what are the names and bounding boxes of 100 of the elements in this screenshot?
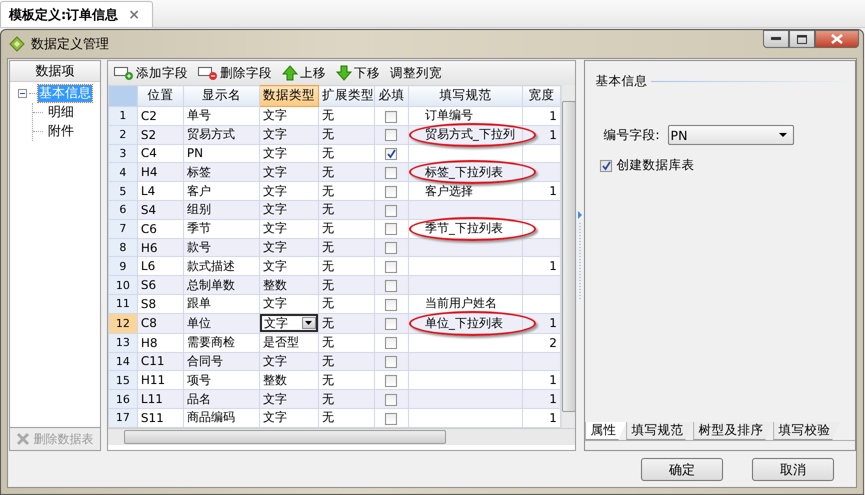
panel-tab[interactable]: 树型及排序 [693, 422, 774, 440]
row-header[interactable]: 8 [108, 238, 138, 257]
required-checkbox[interactable] [385, 394, 398, 406]
required-checkbox[interactable] [385, 318, 398, 330]
required-checkbox[interactable] [385, 166, 398, 179]
toolbar-button[interactable]: 下移 [336, 64, 380, 82]
required-checkbox[interactable] [385, 242, 398, 254]
required-checkbox[interactable] [385, 261, 398, 274]
table-cell-text: 客户选择 [424, 184, 473, 198]
table-cell: H6 [137, 238, 184, 257]
checkbox-label: 创建数据库表 [616, 157, 694, 174]
splitter-handle-icon[interactable] [577, 210, 584, 300]
add-field-icon [114, 66, 134, 80]
table-cell: 合同号 [183, 352, 260, 371]
row-header[interactable]: 4 [108, 162, 138, 182]
required-checkbox[interactable] [385, 280, 398, 292]
table-cell: 无 [318, 313, 374, 334]
row-header[interactable]: 5 [108, 182, 138, 200]
up-arrow-icon [282, 65, 298, 81]
row-header[interactable]: 11 [108, 294, 138, 314]
required-checkbox[interactable] [385, 412, 398, 425]
row-header[interactable]: 9 [108, 256, 138, 276]
maximize-icon [797, 34, 807, 44]
required-checkbox[interactable] [385, 129, 398, 142]
column-header[interactable]: 必填 [374, 86, 408, 106]
table-cell-text: 单位_下拉列表 [424, 316, 503, 330]
minimize-button[interactable] [763, 30, 789, 48]
data-type-dropdown[interactable]: 文字 [260, 314, 318, 332]
row-header[interactable]: 12 [108, 313, 138, 334]
row-header[interactable]: 3 [108, 144, 138, 163]
number-field-dropdown[interactable]: PN [668, 125, 794, 145]
row-header[interactable]: 2 [108, 125, 138, 144]
table-cell: 贸易方式 [183, 125, 260, 144]
dialog-button[interactable]: 确定 [641, 458, 723, 481]
toolbar-button[interactable]: 调整列宽 [390, 64, 442, 82]
column-header[interactable]: 填写规范 [408, 86, 522, 106]
panel-tab[interactable]: 填写规范 [626, 422, 694, 440]
required-checkbox[interactable] [385, 298, 398, 311]
row-header[interactable]: 16 [108, 390, 138, 408]
table-cell: 无 [318, 352, 374, 371]
table-cell: 无 [318, 219, 374, 238]
row-header[interactable]: 17 [108, 408, 138, 428]
toolbar-button[interactable]: 删除字段 [198, 64, 272, 82]
column-header[interactable]: 宽度 [522, 86, 560, 106]
table-cell: 无 [318, 276, 374, 295]
toolbar-button[interactable]: 添加字段 [114, 64, 188, 82]
table-cell: 1 [522, 106, 560, 126]
table-cell: 无 [318, 182, 374, 200]
table-cell: 是否型 [259, 333, 318, 352]
row-header[interactable]: 13 [108, 333, 138, 352]
table-cell: 品名 [183, 390, 260, 408]
required-checkbox[interactable] [385, 223, 398, 236]
table-cell: 文字 [259, 390, 318, 408]
table-cell: L4 [137, 182, 184, 200]
column-header[interactable]: 扩展类型 [318, 86, 374, 106]
column-header[interactable]: 位置 [137, 86, 184, 106]
column-header[interactable]: 数据类型 [259, 86, 318, 106]
required-checkbox[interactable] [385, 110, 398, 123]
table-cell: H4 [137, 162, 184, 182]
required-checkbox[interactable] [385, 337, 398, 350]
create-table-checkbox[interactable] [600, 160, 612, 172]
row-header[interactable]: 1 [108, 106, 138, 126]
row-header[interactable]: 10 [108, 276, 138, 295]
required-checkbox[interactable] [385, 186, 398, 198]
row-header[interactable]: 6 [108, 200, 138, 220]
table-cell: 无 [318, 200, 374, 220]
table-cell: 无 [318, 333, 374, 352]
panel-tab[interactable]: 属性 [585, 422, 626, 440]
table-cell: 2 [522, 333, 560, 352]
required-checkbox[interactable] [385, 374, 398, 387]
required-checkbox[interactable] [385, 148, 398, 160]
document-tab[interactable]: 模板定义:订单信息 × [0, 1, 153, 27]
row-header[interactable]: 15 [108, 370, 138, 390]
toolbar-button[interactable]: 上移 [282, 64, 326, 82]
close-icon[interactable]: × [128, 6, 140, 22]
table-cell: 文字 [259, 106, 318, 126]
horizontal-scrollbar[interactable] [108, 428, 576, 445]
column-header[interactable]: 显示名 [183, 86, 260, 106]
table-cell: 无 [318, 238, 374, 257]
row-header[interactable]: 14 [108, 352, 138, 371]
tree-header: 数据项 [10, 61, 100, 82]
window-title: 数据定义管理 [31, 36, 109, 53]
tree-item[interactable]: 明细 [47, 104, 75, 121]
table-cell-text: 当前用户姓名 [424, 296, 497, 310]
maximize-button[interactable] [789, 30, 815, 48]
table-cell: 文字 [259, 294, 318, 314]
table-cell: C8 [137, 313, 184, 334]
required-checkbox[interactable] [385, 356, 398, 368]
tree-item[interactable]: 附件 [47, 123, 75, 140]
delete-field-icon [198, 66, 218, 80]
table-cell: 跟单 [183, 294, 260, 314]
collapse-toggle-icon[interactable] [18, 89, 27, 98]
close-button[interactable] [815, 30, 859, 48]
required-checkbox[interactable] [385, 204, 398, 217]
table-cell-text: 贸易方式_下拉列 [424, 127, 515, 142]
vertical-scrollbar[interactable] [560, 85, 576, 428]
table-cell: 单号 [183, 106, 260, 126]
row-header[interactable]: 7 [108, 219, 138, 238]
panel-tab[interactable]: 填写校验 [773, 422, 840, 440]
dialog-button[interactable]: 取消 [752, 458, 834, 481]
